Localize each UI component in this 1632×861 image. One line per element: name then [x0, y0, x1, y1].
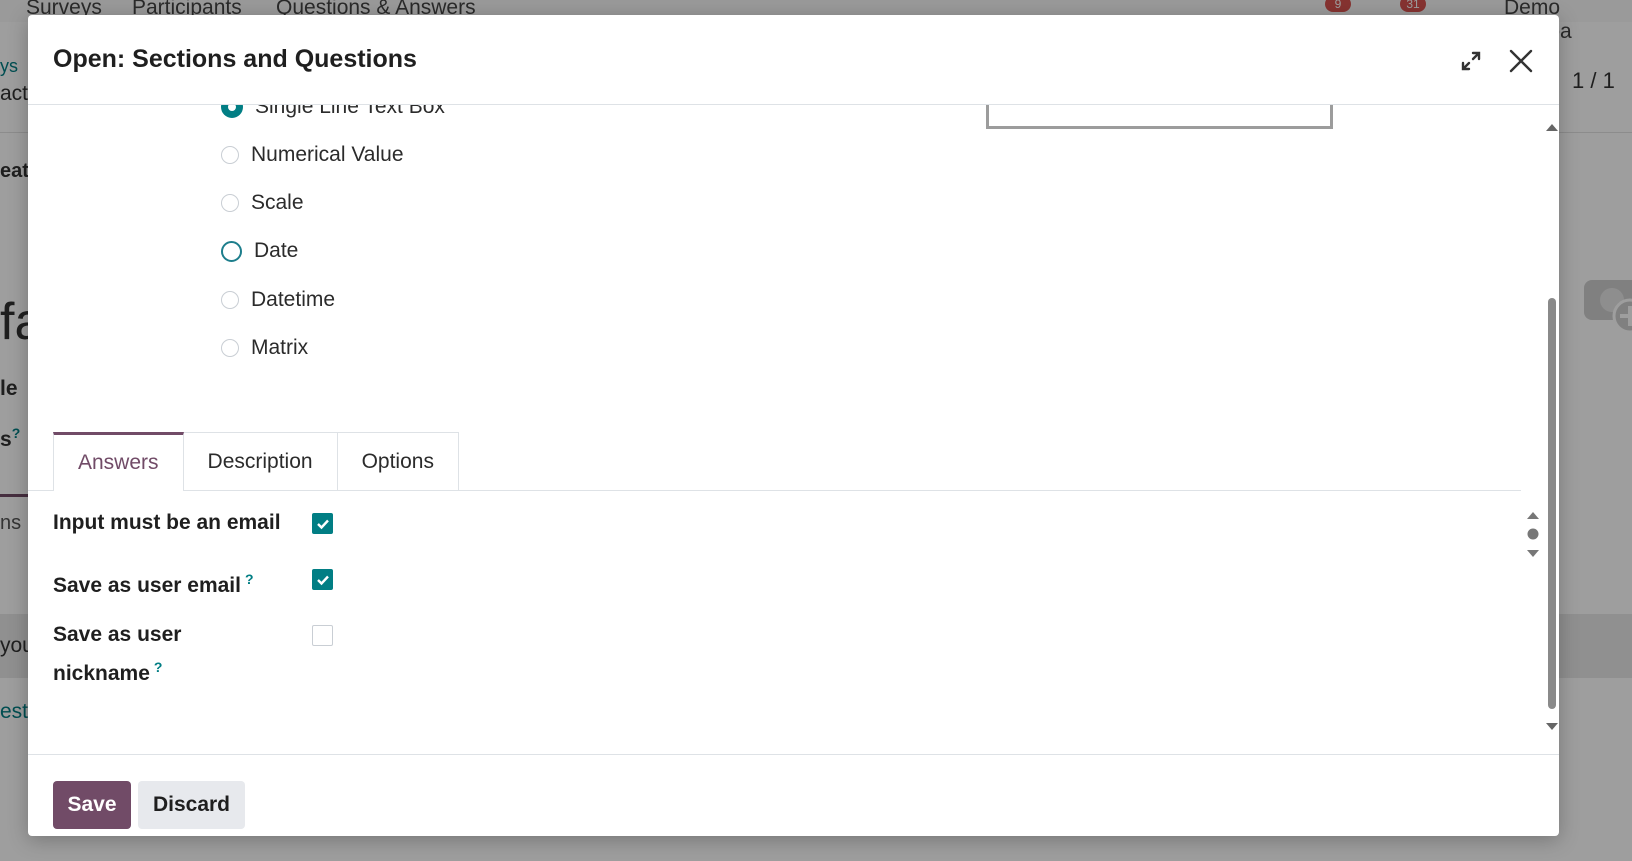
- radio-datetime[interactable]: Datetime: [221, 285, 335, 315]
- checkbox-save-nickname[interactable]: [312, 625, 333, 646]
- help-tooltip-icon[interactable]: ?: [245, 571, 254, 587]
- field-label-save-email: Save as user email?: [53, 571, 254, 597]
- checkmark-icon: [316, 519, 329, 529]
- tab-description[interactable]: Description: [183, 432, 338, 490]
- expand-button[interactable]: [1453, 43, 1489, 79]
- radio-date[interactable]: Date: [221, 236, 298, 266]
- radio-single-line-text-box[interactable]: Single Line Text Box: [221, 105, 445, 122]
- radio-button-focused[interactable]: [221, 240, 242, 262]
- field-label-save-nickname: Save as user nickname?: [53, 623, 182, 685]
- close-icon: [1509, 49, 1533, 73]
- radio-matrix[interactable]: Matrix: [221, 333, 308, 363]
- question-preview-box: [986, 105, 1333, 129]
- radio-label: Matrix: [251, 336, 309, 359]
- radio-button[interactable]: [221, 194, 239, 212]
- checkbox-save-email[interactable]: [312, 569, 333, 590]
- radio-label: Datetime: [251, 288, 336, 311]
- save-button[interactable]: Save: [53, 781, 131, 829]
- close-button[interactable]: [1503, 43, 1539, 79]
- scrollbar-thumb[interactable]: [1548, 298, 1556, 709]
- scroll-down-icon[interactable]: [1545, 722, 1559, 732]
- radio-label: Single Line Text Box: [255, 105, 445, 118]
- field-label-input-email: Input must be an email: [53, 511, 281, 534]
- dialog-title: Open: Sections and Questions: [53, 45, 417, 73]
- dialog-footer: Save Discard: [28, 754, 1559, 837]
- dialog-body: Single Line Text Box Numerical Value Sca…: [28, 105, 1559, 753]
- dialog-header: Open: Sections and Questions: [28, 15, 1559, 105]
- radio-label: Date: [254, 239, 299, 262]
- tab-answers[interactable]: Answers: [53, 432, 184, 491]
- notebook-tabs: Answers Description Options: [53, 432, 459, 491]
- radio-button[interactable]: [221, 291, 239, 309]
- tab-scroll-control[interactable]: [1523, 510, 1543, 560]
- help-tooltip-icon[interactable]: ?: [154, 659, 163, 675]
- radio-button[interactable]: [221, 339, 239, 357]
- radio-button-checked[interactable]: [221, 105, 243, 118]
- radio-numerical-value[interactable]: Numerical Value: [221, 140, 404, 170]
- radio-button[interactable]: [221, 146, 239, 164]
- checkbox-input-email[interactable]: [312, 513, 333, 534]
- radio-label: Scale: [251, 191, 304, 214]
- tab-options[interactable]: Options: [337, 432, 459, 490]
- radio-scale[interactable]: Scale: [221, 188, 304, 218]
- discard-button[interactable]: Discard: [138, 781, 245, 829]
- checkmark-icon: [316, 575, 329, 585]
- radio-label: Numerical Value: [251, 143, 404, 166]
- dialog: Open: Sections and Questions Single Line…: [28, 15, 1559, 836]
- expand-icon: [1461, 51, 1481, 71]
- scroll-up-icon[interactable]: [1545, 122, 1559, 132]
